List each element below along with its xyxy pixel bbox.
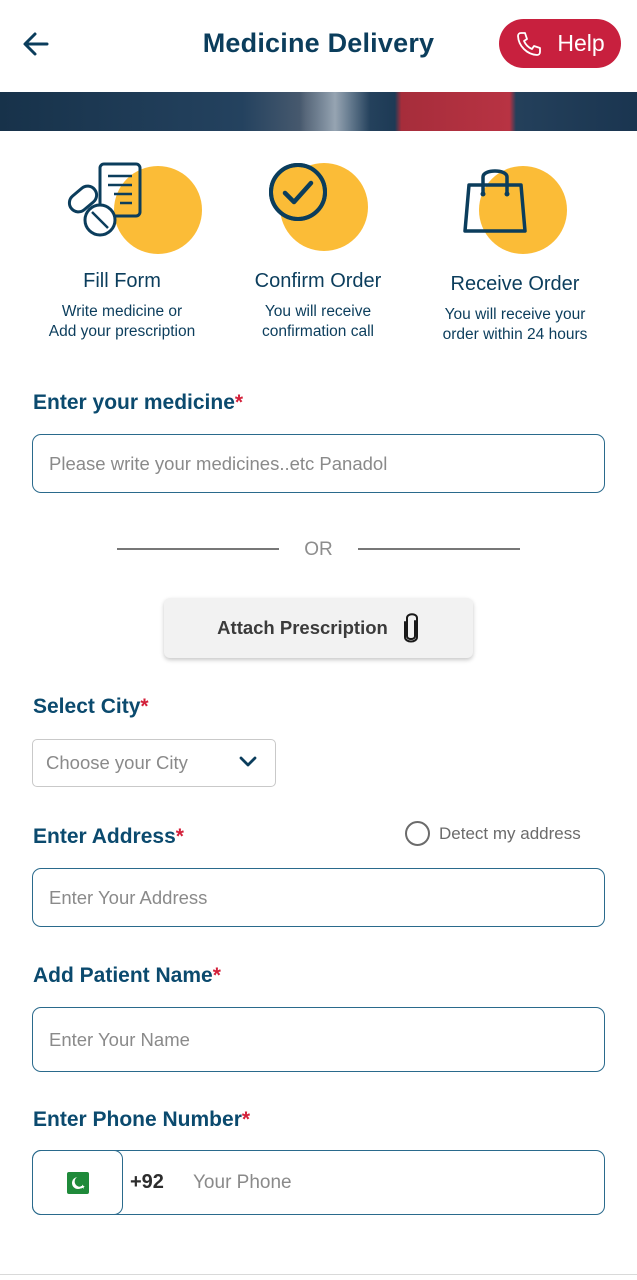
country-code: +92 (130, 1171, 164, 1193)
step-receive-order: Receive Order You will receive your orde… (415, 163, 615, 345)
divider-line (358, 548, 520, 550)
step-desc-line: Add your prescription (48, 323, 196, 340)
medicine-input[interactable] (32, 434, 605, 493)
pakistan-flag-icon (66, 1171, 89, 1194)
address-input[interactable] (32, 868, 605, 927)
medicine-label: Enter your medicine* (33, 391, 244, 414)
phone-label: Enter Phone Number* (33, 1108, 251, 1131)
attach-label: Attach Prescription (217, 617, 388, 638)
step-desc-line: confirmation call (262, 323, 374, 340)
step-desc-line: You will receive (264, 303, 372, 320)
required-asterisk: * (241, 1108, 251, 1131)
step-fill-form: Fill Form Write medicine or Add your pre… (22, 160, 222, 342)
check-circle-icon (269, 163, 327, 221)
chevron-down-icon (239, 756, 257, 767)
detect-address-radio[interactable] (405, 821, 430, 846)
address-label: Enter Address* (33, 825, 184, 848)
required-asterisk: * (140, 695, 149, 718)
step-desc-line: Write medicine or (61, 303, 183, 320)
city-label: Select City* (33, 695, 149, 718)
or-text: OR (304, 539, 333, 560)
phone-input[interactable] (193, 1161, 593, 1205)
step-desc-line: order within 24 hours (442, 326, 588, 343)
paperclip-icon (403, 613, 418, 643)
country-selector[interactable] (32, 1150, 123, 1215)
step-title: Confirm Order (254, 270, 382, 292)
step-title: Fill Form (83, 270, 161, 292)
shopping-bag-icon (463, 169, 527, 233)
required-asterisk: * (234, 391, 244, 414)
bottom-divider (0, 1274, 637, 1275)
help-button[interactable]: Help (499, 19, 621, 68)
prescription-pills-icon (67, 162, 142, 237)
step-desc-line: You will receive your (444, 306, 586, 323)
patient-name-input[interactable] (32, 1007, 605, 1072)
app-header: Medicine Delivery Help (0, 0, 637, 92)
city-dropdown[interactable]: Choose your City (32, 739, 276, 787)
step-title: Receive Order (450, 273, 580, 295)
phone-field: +92 (32, 1150, 605, 1215)
detect-address-label: Detect my address (439, 823, 581, 843)
phone-icon (517, 31, 542, 56)
detect-address-option[interactable]: Detect my address (405, 821, 581, 846)
required-asterisk: * (175, 825, 184, 848)
attach-prescription-button[interactable]: Attach Prescription (164, 598, 473, 658)
step-confirm-order: Confirm Order You will receive confirmat… (218, 160, 418, 342)
or-divider: OR (117, 535, 520, 565)
help-label: Help (557, 30, 605, 56)
hero-banner-image (0, 92, 637, 131)
required-asterisk: * (212, 964, 221, 987)
city-selected-value: Choose your City (46, 752, 188, 773)
patient-name-label: Add Patient Name* (33, 964, 221, 987)
